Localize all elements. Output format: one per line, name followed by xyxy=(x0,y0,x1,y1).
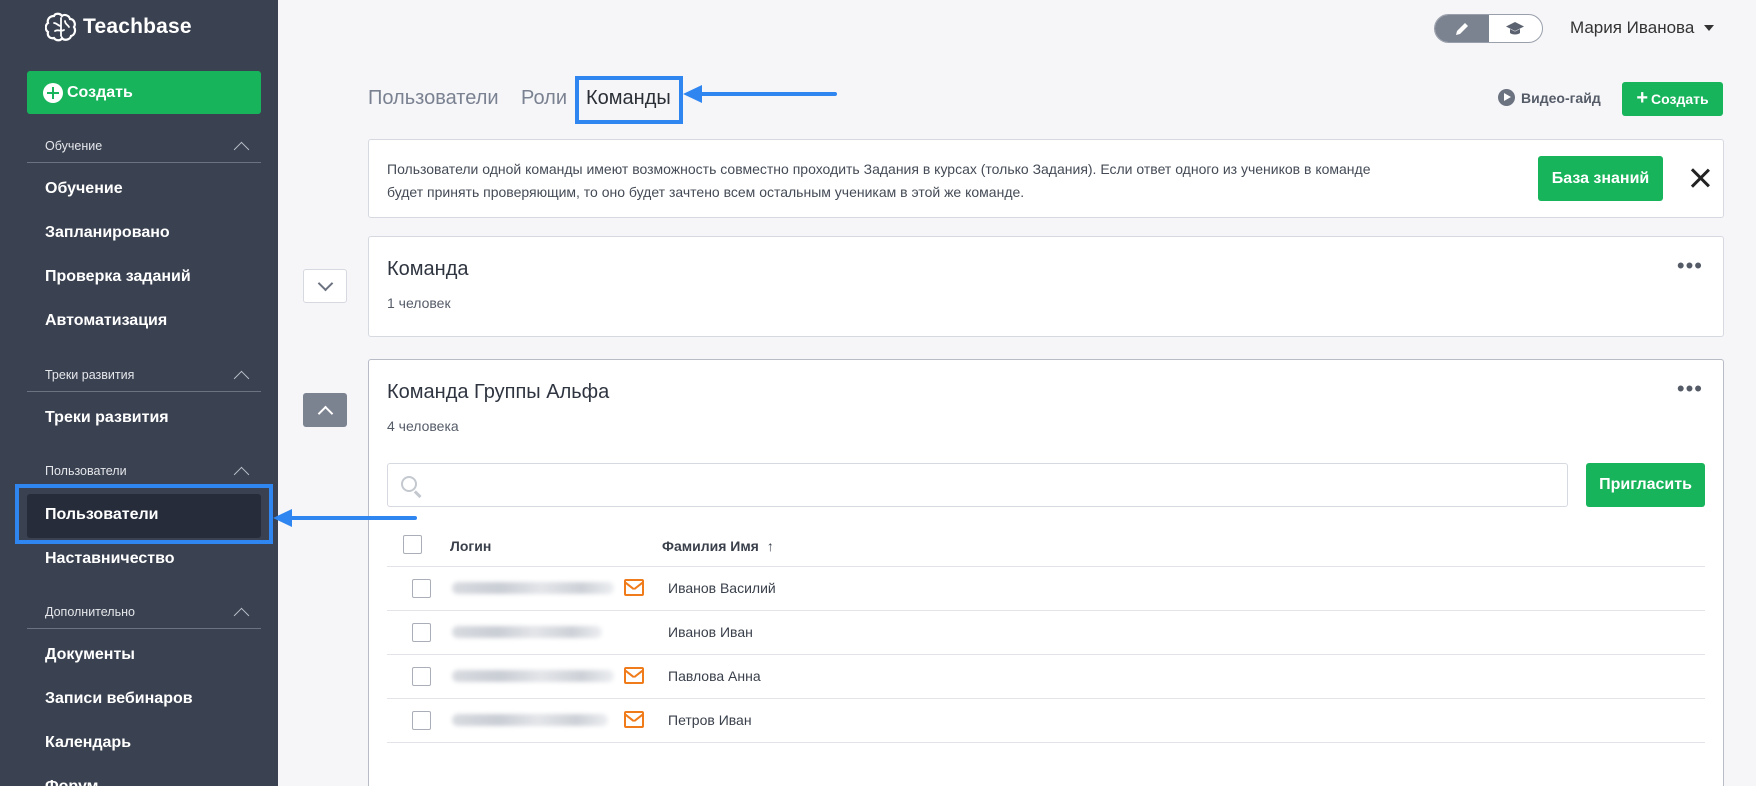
brand-name: Teachbase xyxy=(83,15,192,38)
team-name: Команда xyxy=(387,258,469,280)
chevron-up-icon xyxy=(233,141,250,157)
sidebar-item-webinar-records[interactable]: Записи вебинаров xyxy=(45,690,193,708)
user-name: Мария Иванова xyxy=(1570,18,1695,37)
close-icon[interactable] xyxy=(1689,167,1711,189)
mode-toggle[interactable] xyxy=(1434,14,1543,43)
knowledge-base-button[interactable]: База знаний xyxy=(1538,156,1663,201)
team-name: Команда Группы Альфа xyxy=(387,381,610,403)
create-button[interactable]: + Создать xyxy=(1622,82,1723,116)
search-icon xyxy=(401,476,417,492)
table-row[interactable]: Иванов Василий xyxy=(387,567,1705,611)
brain-logo-icon xyxy=(45,12,77,42)
sort-arrow-up-icon: ↑ xyxy=(766,538,774,554)
sidebar-item-automation[interactable]: Автоматизация xyxy=(45,312,167,330)
more-options-icon[interactable]: ••• xyxy=(1677,255,1703,277)
student-mode-button[interactable] xyxy=(1489,15,1543,42)
section-title: Дополнительно xyxy=(45,605,135,619)
sidebar-create-button[interactable]: Создать xyxy=(27,71,261,114)
create-label: Создать xyxy=(1651,91,1709,107)
member-name: Иванов Иван xyxy=(668,624,753,640)
row-checkbox[interactable] xyxy=(412,667,431,686)
blurred-login xyxy=(452,670,614,682)
user-menu[interactable]: Мария Иванова xyxy=(1570,18,1715,38)
mail-icon[interactable] xyxy=(624,579,644,596)
sidebar-item-learning[interactable]: Обучение xyxy=(45,180,123,198)
column-full-name-label: Фамилия Имя xyxy=(662,538,759,554)
blurred-login xyxy=(452,714,608,726)
section-header-extra[interactable]: Дополнительно xyxy=(27,596,261,629)
mail-icon[interactable] xyxy=(624,711,644,728)
tab-users[interactable]: Пользователи xyxy=(368,87,499,110)
invite-button[interactable]: Пригласить xyxy=(1586,463,1705,507)
team-card-expanded: Команда Группы Альфа 4 человека ••• Приг… xyxy=(368,359,1724,786)
section-header-learning[interactable]: Обучение xyxy=(27,130,261,163)
member-search[interactable] xyxy=(387,463,1568,507)
collapse-team-button[interactable] xyxy=(303,393,347,427)
section-title: Пользователи xyxy=(45,464,127,478)
chevron-up-icon xyxy=(317,405,333,421)
chevron-up-icon xyxy=(233,370,250,386)
play-icon xyxy=(1498,89,1515,106)
row-checkbox[interactable] xyxy=(412,623,431,642)
table-row[interactable]: Петров Иван xyxy=(387,699,1705,743)
plus-icon: + xyxy=(1636,87,1649,109)
pencil-icon xyxy=(1455,22,1468,35)
highlight-box-users xyxy=(15,484,273,544)
mail-icon[interactable] xyxy=(624,667,644,684)
sidebar-item-documents[interactable]: Документы xyxy=(45,646,135,664)
table-row[interactable]: Иванов Иван xyxy=(387,611,1705,655)
info-text: Пользователи одной команды имеют возможн… xyxy=(387,161,1371,200)
sidebar-item-forum[interactable]: Форум xyxy=(45,778,99,786)
sidebar-item-mentoring[interactable]: Наставничество xyxy=(45,550,175,568)
section-title: Треки развития xyxy=(45,368,135,382)
graduation-cap-icon xyxy=(1506,21,1525,34)
section-header-tracks[interactable]: Треки развития xyxy=(27,359,261,392)
member-name: Павлова Анна xyxy=(668,668,761,684)
more-options-icon[interactable]: ••• xyxy=(1677,378,1703,400)
row-checkbox[interactable] xyxy=(412,579,431,598)
chevron-up-icon xyxy=(233,466,250,482)
section-title: Обучение xyxy=(45,139,103,153)
chevron-down-icon xyxy=(317,275,333,291)
blurred-login xyxy=(452,582,614,594)
select-all-checkbox[interactable] xyxy=(403,535,422,554)
sidebar-item-tracks[interactable]: Треки развития xyxy=(45,409,169,427)
annotation-arrow-users xyxy=(273,509,417,527)
member-name: Иванов Василий xyxy=(668,580,776,596)
video-guide-link[interactable]: Видео-гайд xyxy=(1498,89,1601,106)
logo[interactable]: Teachbase xyxy=(45,12,192,42)
sidebar: Teachbase Создать Обучение Обучение Запл… xyxy=(0,0,278,786)
chevron-up-icon xyxy=(233,607,250,623)
sidebar-item-scheduled[interactable]: Запланировано xyxy=(45,224,170,242)
column-full-name[interactable]: Фамилия Имя ↑ xyxy=(662,538,774,554)
annotation-arrow-teams xyxy=(683,85,837,103)
sidebar-item-task-review[interactable]: Проверка заданий xyxy=(45,268,191,286)
sidebar-item-calendar[interactable]: Календарь xyxy=(45,734,131,752)
highlight-box-teams xyxy=(575,76,683,124)
column-login[interactable]: Логин xyxy=(450,538,491,554)
member-search-input[interactable] xyxy=(433,464,1553,506)
caret-down-icon xyxy=(1704,25,1715,31)
team-member-count: 1 человек xyxy=(387,295,451,311)
edit-mode-button[interactable] xyxy=(1435,15,1489,42)
member-name: Петров Иван xyxy=(668,712,752,728)
tab-roles[interactable]: Роли xyxy=(521,87,567,110)
team-member-count: 4 человека xyxy=(387,418,459,434)
blurred-login xyxy=(452,626,602,638)
video-guide-label: Видео-гайд xyxy=(1521,89,1601,106)
table-header: Логин Фамилия Имя ↑ xyxy=(387,523,1705,567)
table-row[interactable]: Павлова Анна xyxy=(387,655,1705,699)
team-card: Команда 1 человек ••• xyxy=(368,236,1724,337)
expand-team-button[interactable] xyxy=(303,269,347,303)
sidebar-create-label: Создать xyxy=(67,83,133,101)
info-banner: Пользователи одной команды имеют возможн… xyxy=(368,139,1724,218)
plus-circle-icon xyxy=(43,82,63,103)
row-checkbox[interactable] xyxy=(412,711,431,730)
